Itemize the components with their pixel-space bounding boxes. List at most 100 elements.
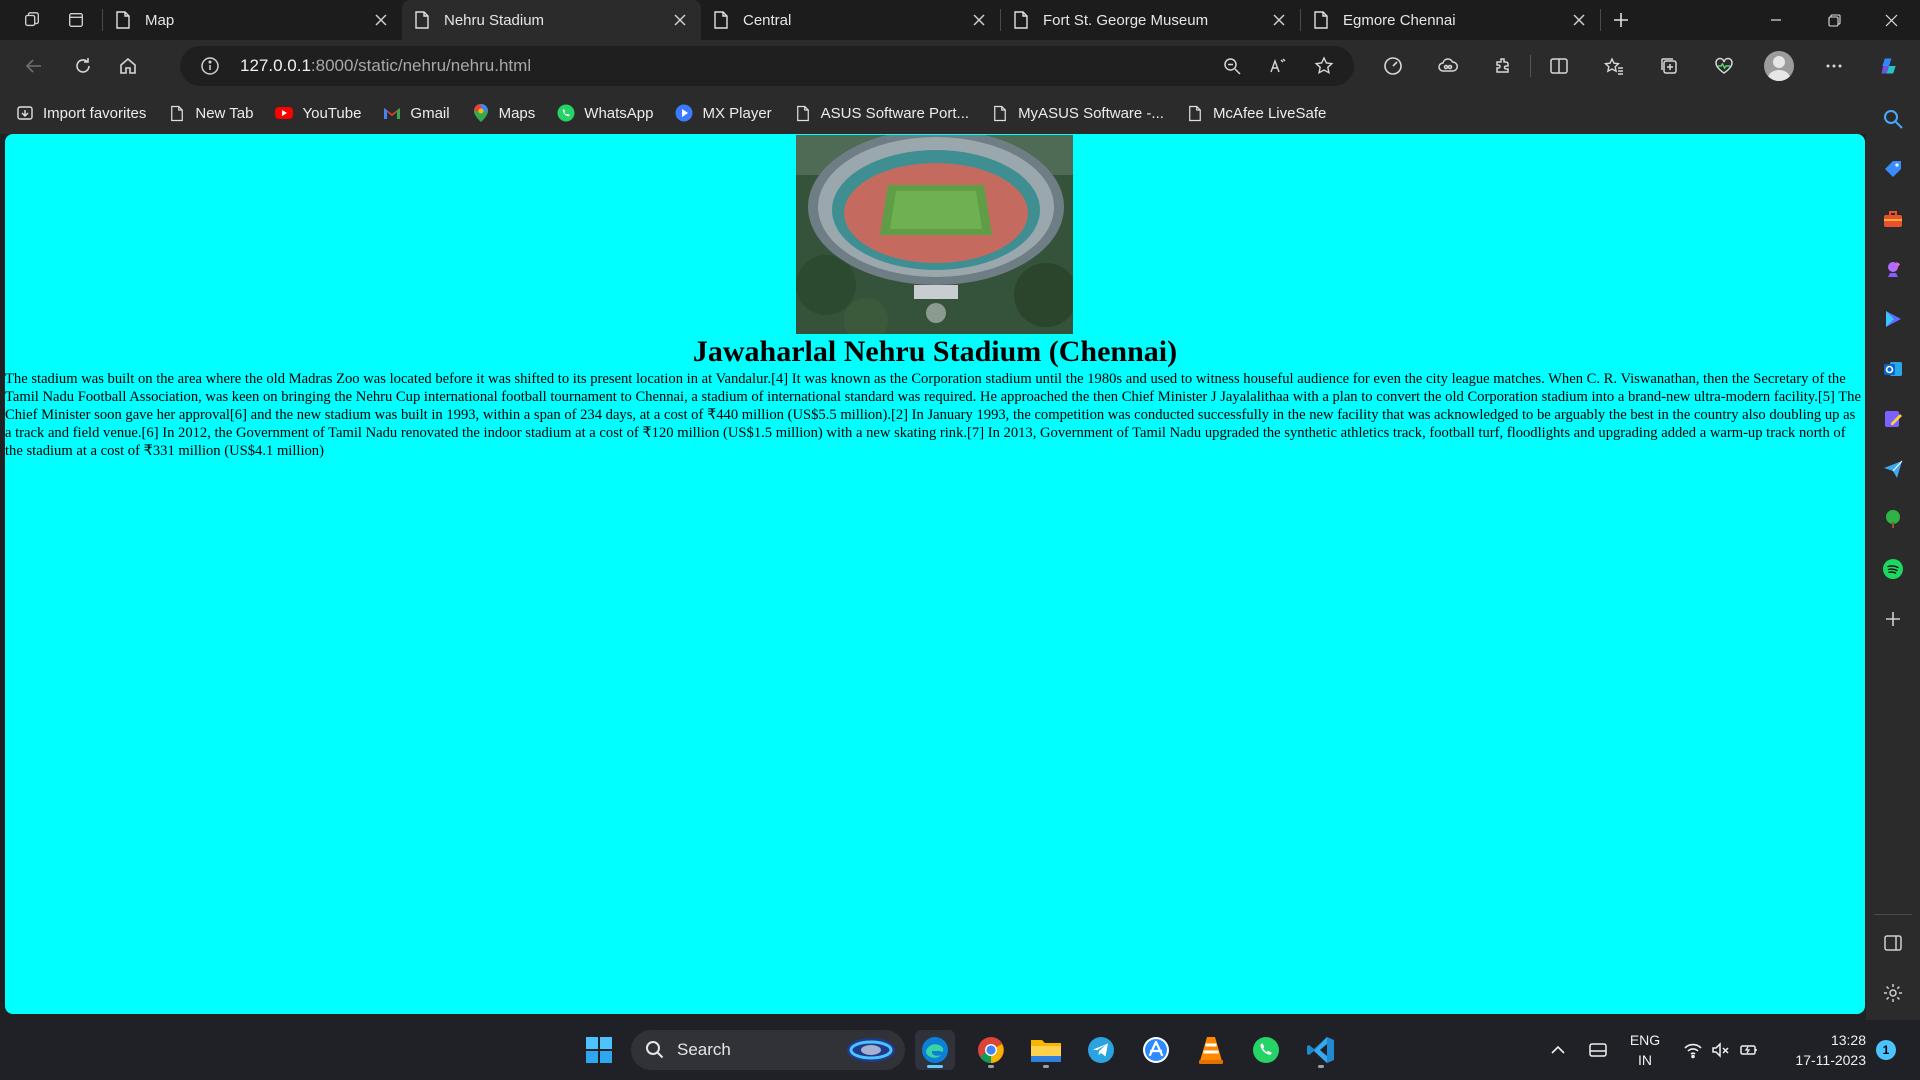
tab-fort-st-george[interactable]: Fort St. George Museum bbox=[1001, 0, 1300, 40]
fav-asus-software-portal[interactable]: ASUS Software Port... bbox=[794, 98, 979, 128]
volume-muted-icon[interactable] bbox=[1708, 1020, 1734, 1080]
fav-new-tab[interactable]: New Tab bbox=[168, 98, 263, 128]
tab-egmore-chennai[interactable]: Egmore Chennai bbox=[1301, 0, 1600, 40]
page-icon bbox=[116, 11, 130, 29]
running-indicator bbox=[988, 1065, 994, 1068]
sidebar-spotify-icon[interactable] bbox=[1878, 554, 1908, 584]
restore-button[interactable] bbox=[1805, 0, 1863, 40]
fav-label: New Tab bbox=[195, 104, 254, 122]
taskbar-app-store-icon[interactable] bbox=[1136, 1030, 1176, 1070]
site-info-icon[interactable] bbox=[200, 56, 220, 76]
sidebar-tree-icon[interactable] bbox=[1878, 504, 1908, 534]
minimize-button[interactable] bbox=[1747, 0, 1805, 40]
input-language-indicator[interactable]: ENG IN bbox=[1620, 1030, 1670, 1070]
taskbar-whatsapp-icon[interactable] bbox=[1246, 1030, 1286, 1070]
url-host: 127.0.0.1 bbox=[240, 56, 311, 75]
taskbar-file-explorer-icon[interactable] bbox=[1026, 1030, 1066, 1070]
performance-icon[interactable] bbox=[1365, 46, 1420, 86]
tab-map[interactable]: Map bbox=[103, 0, 402, 40]
sidebar-tools-briefcase-icon[interactable] bbox=[1878, 204, 1908, 234]
mx-player-icon bbox=[675, 104, 693, 122]
sidebar-settings-gear-icon[interactable] bbox=[1878, 978, 1908, 1008]
page-icon bbox=[794, 104, 812, 122]
stadium-aerial-image bbox=[796, 135, 1073, 334]
fav-gmail[interactable]: Gmail bbox=[383, 98, 459, 128]
tab-central[interactable]: Central bbox=[701, 0, 1000, 40]
taskbar-telegram-icon[interactable] bbox=[1081, 1030, 1121, 1070]
new-tab-button[interactable] bbox=[1603, 2, 1639, 38]
taskbar-edge-icon[interactable] bbox=[915, 1030, 955, 1070]
close-icon[interactable] bbox=[970, 11, 988, 29]
extension-cloud-icon[interactable] bbox=[1420, 46, 1475, 86]
taskbar-chrome-icon[interactable] bbox=[971, 1030, 1011, 1070]
refresh-button[interactable] bbox=[63, 46, 103, 86]
system-clock[interactable]: 13:28 17-11-2023 bbox=[1770, 1030, 1866, 1070]
fav-mx-player[interactable]: MX Player bbox=[675, 98, 781, 128]
windows-taskbar: Search ENG IN 13:28 17-11-2023 1 bbox=[0, 1020, 1920, 1080]
home-button[interactable] bbox=[108, 46, 148, 86]
tray-app-icon[interactable] bbox=[1584, 1020, 1612, 1080]
tab-divider bbox=[1600, 9, 1601, 31]
sidebar-shopping-tag-icon[interactable] bbox=[1878, 154, 1908, 184]
favorite-star-icon[interactable] bbox=[1304, 46, 1344, 86]
fav-maps[interactable]: Maps bbox=[472, 98, 546, 128]
read-aloud-icon[interactable] bbox=[1258, 46, 1298, 86]
wifi-icon[interactable] bbox=[1680, 1020, 1706, 1080]
avatar bbox=[1763, 51, 1794, 81]
sidebar-search-icon[interactable] bbox=[1878, 104, 1908, 134]
fav-import-favorites[interactable]: Import favorites bbox=[16, 98, 156, 128]
more-options-icon[interactable] bbox=[1806, 46, 1861, 86]
fav-label: YouTube bbox=[302, 104, 362, 122]
copilot-icon[interactable] bbox=[1861, 46, 1916, 86]
tab-nehru-stadium[interactable]: Nehru Stadium bbox=[402, 0, 701, 40]
page-icon bbox=[415, 11, 429, 29]
close-icon[interactable] bbox=[1570, 11, 1588, 29]
fav-youtube[interactable]: YouTube bbox=[275, 98, 371, 128]
battery-charging-icon[interactable] bbox=[1736, 1020, 1762, 1080]
close-window-button[interactable] bbox=[1862, 0, 1920, 40]
sidebar-copilot-icon[interactable] bbox=[1878, 304, 1908, 334]
favorites-icon[interactable] bbox=[1586, 46, 1641, 86]
collections-icon[interactable] bbox=[1641, 46, 1696, 86]
taskbar-vlc-icon[interactable] bbox=[1191, 1030, 1231, 1070]
close-icon[interactable] bbox=[1270, 11, 1288, 29]
extensions-icon[interactable] bbox=[1475, 46, 1530, 86]
notification-badge[interactable]: 1 bbox=[1876, 1040, 1896, 1060]
close-icon[interactable] bbox=[671, 11, 689, 29]
sidebar-designer-icon[interactable] bbox=[1878, 404, 1908, 434]
active-indicator bbox=[927, 1065, 943, 1068]
back-button[interactable] bbox=[14, 46, 54, 86]
fav-mcafee-livesafe[interactable]: McAfee LiveSafe bbox=[1186, 98, 1336, 128]
fav-label: McAfee LiveSafe bbox=[1212, 104, 1327, 122]
fav-whatsapp[interactable]: WhatsApp bbox=[557, 98, 663, 128]
page-title: Jawaharlal Nehru Stadium (Chennai) bbox=[692, 335, 1178, 368]
profile-avatar[interactable] bbox=[1751, 46, 1806, 86]
sidebar-add-icon[interactable] bbox=[1878, 604, 1908, 634]
lang-bottom: IN bbox=[1638, 1052, 1652, 1068]
running-indicator bbox=[1318, 1065, 1324, 1068]
sidebar-divider bbox=[1874, 914, 1912, 915]
taskbar-vscode-icon[interactable] bbox=[1301, 1030, 1341, 1070]
close-icon[interactable] bbox=[372, 11, 390, 29]
tab-label: Central bbox=[743, 11, 792, 29]
zoom-icon[interactable] bbox=[1212, 46, 1252, 86]
page-icon bbox=[1186, 104, 1204, 122]
sidebar-games-icon[interactable] bbox=[1878, 254, 1908, 284]
sidebar-outlook-icon[interactable] bbox=[1878, 354, 1908, 384]
fav-myasus-software[interactable]: MyASUS Software -... bbox=[991, 98, 1174, 128]
clock-date: 17-11-2023 bbox=[1795, 1052, 1866, 1068]
split-screen-icon[interactable] bbox=[1531, 46, 1586, 86]
address-bar[interactable]: 127.0.0.1:8000/static/nehru/nehru.html bbox=[180, 46, 1354, 86]
show-hidden-icons-chevron-icon[interactable] bbox=[1544, 1020, 1572, 1080]
sidebar-hide-icon[interactable] bbox=[1878, 928, 1908, 958]
tab-actions-icon[interactable] bbox=[56, 0, 96, 40]
workspaces-icon[interactable] bbox=[12, 0, 52, 40]
start-windows-icon[interactable] bbox=[579, 1030, 619, 1070]
browser-essentials-icon[interactable] bbox=[1696, 46, 1751, 86]
running-indicator bbox=[1043, 1065, 1049, 1068]
sidebar-send-icon[interactable] bbox=[1878, 454, 1908, 484]
fav-label: MyASUS Software -... bbox=[1018, 104, 1164, 122]
fav-label: Import favorites bbox=[43, 104, 147, 122]
taskbar-search[interactable]: Search bbox=[631, 1030, 905, 1070]
page-viewport: Jawaharlal Nehru Stadium (Chennai) The s… bbox=[5, 134, 1865, 1014]
